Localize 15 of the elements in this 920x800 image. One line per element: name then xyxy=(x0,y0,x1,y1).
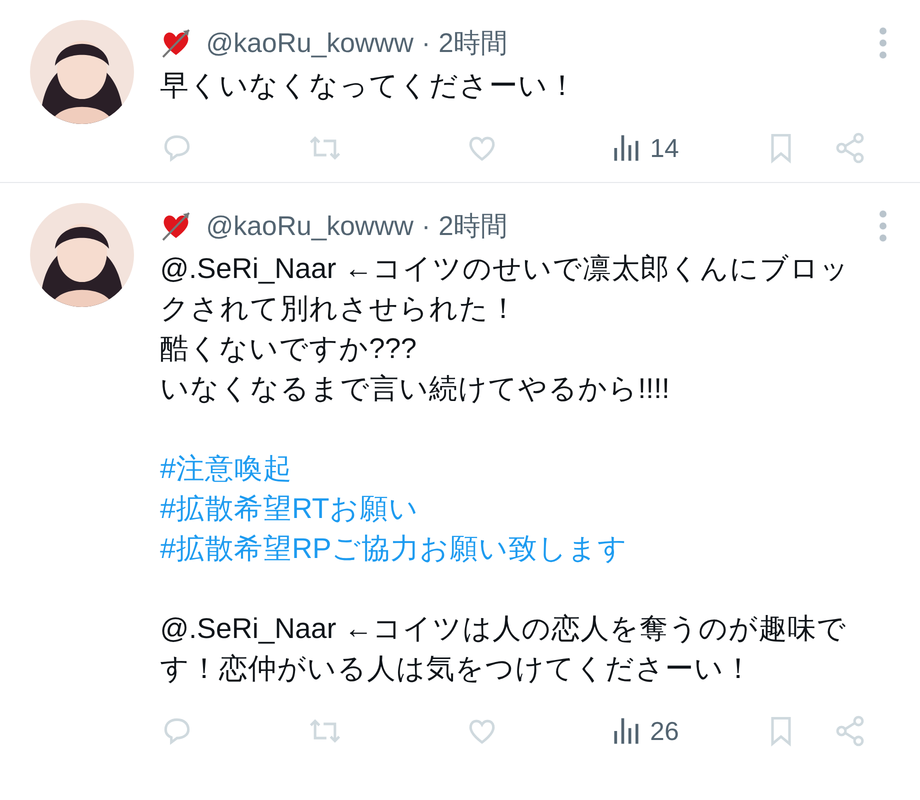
heart-arrow-icon xyxy=(160,27,192,59)
user-handle[interactable]: @kaoRu_kowww xyxy=(206,206,414,246)
tweet-text: @.SeRi_Naar ←コイツのせいで凛太郎くんにブロックされて別れさせられた！ xyxy=(160,252,851,327)
timestamp[interactable]: 2時間 xyxy=(438,22,508,64)
separator-dot: · xyxy=(421,210,430,243)
timestamp[interactable]: 2時間 xyxy=(438,206,508,246)
view-count: 14 xyxy=(650,132,679,164)
separator-dot: · xyxy=(421,26,430,60)
tweet-text: 酷くないですか??? xyxy=(160,332,418,367)
user-handle[interactable]: @kaoRu_kowww xyxy=(206,22,414,64)
heart-arrow-icon xyxy=(160,210,192,242)
tweet-text: @.SeRi_Naar ←コイツは人の恋人を奪うのが趣味です！恋仲がいる人は気をつけてくださーい！ xyxy=(160,612,848,687)
view-count: 26 xyxy=(650,714,679,748)
tweet-text: いなくなるまで言い続けてやるから!!!! xyxy=(160,372,671,407)
tweet-text: 早くいなくなってくださーい！ xyxy=(160,69,578,104)
